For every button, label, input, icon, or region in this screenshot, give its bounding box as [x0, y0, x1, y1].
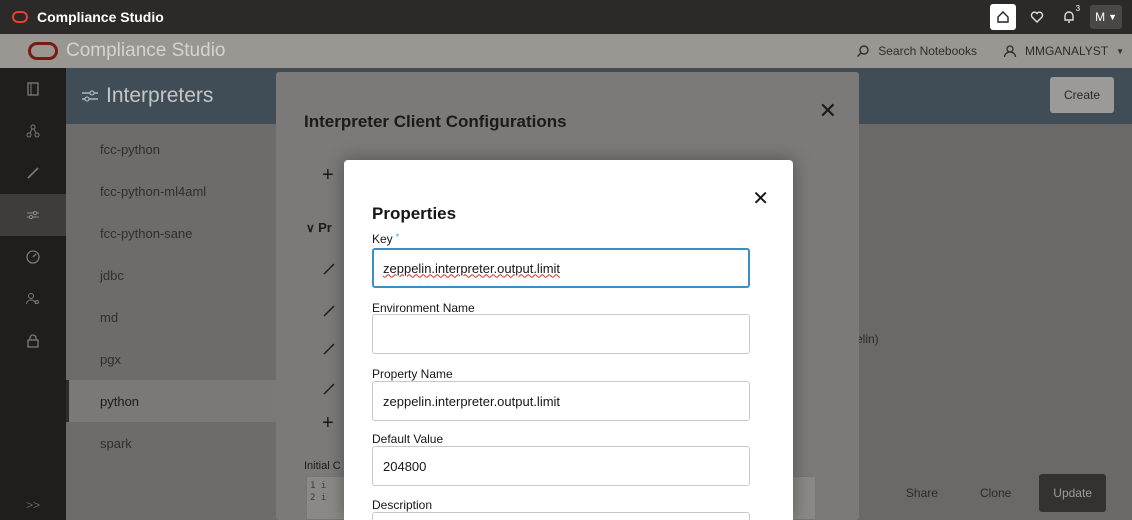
initial-code-label: Initial C: [304, 460, 341, 472]
list-item[interactable]: md: [66, 296, 276, 338]
code-line: 1 i: [310, 481, 327, 491]
required-marker: *: [395, 232, 400, 242]
add-property-button[interactable]: +: [322, 412, 334, 435]
list-item[interactable]: spark: [66, 422, 276, 464]
user-icon: [1003, 45, 1017, 58]
gauge-icon: [26, 250, 40, 264]
lock-icon: [27, 334, 39, 348]
interpreters-icon: [82, 90, 98, 102]
user-initial: M: [1095, 10, 1106, 24]
home-icon: [997, 11, 1009, 23]
search-icon: [857, 45, 869, 57]
create-button[interactable]: Create: [1050, 77, 1114, 113]
list-item[interactable]: jdbc: [66, 254, 276, 296]
edit-icon[interactable]: [322, 262, 336, 276]
key-label: Key *: [372, 232, 400, 246]
oracle-logo-icon: [12, 11, 28, 23]
rail-item-graph[interactable]: [0, 110, 66, 152]
default-value-label: Default Value: [372, 432, 444, 446]
notebook-icon: [27, 82, 39, 96]
edit-icon: [27, 167, 39, 179]
partial-text: elin): [856, 332, 879, 346]
app-title: Compliance Studio: [66, 40, 226, 61]
rail-item-edit[interactable]: [0, 152, 66, 194]
window-titlebar: Compliance Studio 3 M ▼: [0, 0, 1132, 34]
rail-item-gauge[interactable]: [0, 236, 66, 278]
interpreters-icon: [27, 210, 39, 220]
search-notebooks-label: Search Notebooks: [878, 44, 977, 58]
list-item[interactable]: fcc-python: [66, 128, 276, 170]
code-line: 2 i: [310, 493, 327, 503]
user-menu-button[interactable]: M ▼: [1090, 5, 1122, 29]
rail-item-notebooks[interactable]: [0, 68, 66, 110]
graph-icon: [26, 124, 40, 138]
list-item-selected[interactable]: python: [66, 380, 276, 422]
clone-button[interactable]: Clone: [966, 474, 1025, 512]
rail-item-security[interactable]: [0, 320, 66, 362]
default-value-value: 204800: [383, 458, 427, 474]
edit-icon[interactable]: [322, 304, 336, 318]
close-icon[interactable]: ✕: [752, 186, 769, 211]
bell-icon: [1064, 11, 1074, 23]
rail-expand-button[interactable]: >>: [0, 498, 66, 512]
property-name-input[interactable]: zeppelin.interpreter.output.limit: [372, 381, 750, 421]
key-input[interactable]: zeppelin.interpreter.output.limit: [372, 248, 750, 288]
property-name-label: Property Name: [372, 367, 453, 381]
list-item[interactable]: fcc-python-sane: [66, 212, 276, 254]
add-config-button[interactable]: +: [322, 164, 334, 187]
update-button[interactable]: Update: [1039, 474, 1106, 512]
page-title: Interpreters: [106, 84, 214, 107]
chevron-down-icon: ∨: [306, 221, 315, 235]
window-title: Compliance Studio: [37, 9, 164, 25]
notifications-button[interactable]: 3: [1058, 4, 1081, 28]
favorites-button[interactable]: [1026, 6, 1048, 28]
rail-item-interpreters[interactable]: [0, 194, 66, 236]
property-name-value: zeppelin.interpreter.output.limit: [383, 393, 561, 409]
interpreter-list: fcc-python fcc-python-ml4aml fcc-python-…: [66, 124, 276, 520]
client-config-title: Interpreter Client Configurations: [304, 112, 567, 131]
properties-dialog: Properties ✕ Key * zeppelin.interpreter.o…: [344, 160, 793, 520]
key-value: zeppelin.interpreter.output.limit: [383, 260, 561, 276]
users-icon: [26, 293, 39, 305]
user-account-button[interactable]: MMGANALYST ▼: [1003, 44, 1124, 58]
list-item[interactable]: fcc-python-ml4aml: [66, 170, 276, 212]
description-input[interactable]: [372, 512, 750, 520]
close-icon[interactable]: ✕: [819, 98, 837, 124]
edit-icon[interactable]: [322, 342, 336, 356]
section-title: Pr: [318, 220, 332, 235]
app-logo-icon: [28, 42, 58, 60]
search-notebooks-button[interactable]: Search Notebooks: [856, 44, 977, 58]
left-rail: >>: [0, 68, 66, 520]
app-header: Compliance Studio Search Notebooks MMGAN…: [0, 34, 1132, 68]
share-button[interactable]: Share: [892, 474, 952, 512]
user-name: MMGANALYST: [1024, 44, 1109, 58]
home-button[interactable]: [990, 4, 1017, 30]
default-value-input[interactable]: 204800: [372, 446, 750, 486]
notification-count: 3: [1075, 4, 1081, 13]
edit-icon[interactable]: [322, 382, 336, 396]
environment-name-input[interactable]: [372, 314, 750, 354]
heart-icon: [1030, 11, 1044, 23]
caret-down-icon: ▼: [1116, 46, 1124, 56]
description-label: Description: [372, 498, 433, 512]
list-item[interactable]: pgx: [66, 338, 276, 380]
section-toggle[interactable]: ∨ Pr: [306, 220, 332, 235]
rail-item-users[interactable]: [0, 278, 66, 320]
properties-title: Properties: [372, 204, 457, 223]
environment-name-label: Environment Name: [372, 301, 475, 315]
caret-down-icon: ▼: [1108, 12, 1117, 22]
